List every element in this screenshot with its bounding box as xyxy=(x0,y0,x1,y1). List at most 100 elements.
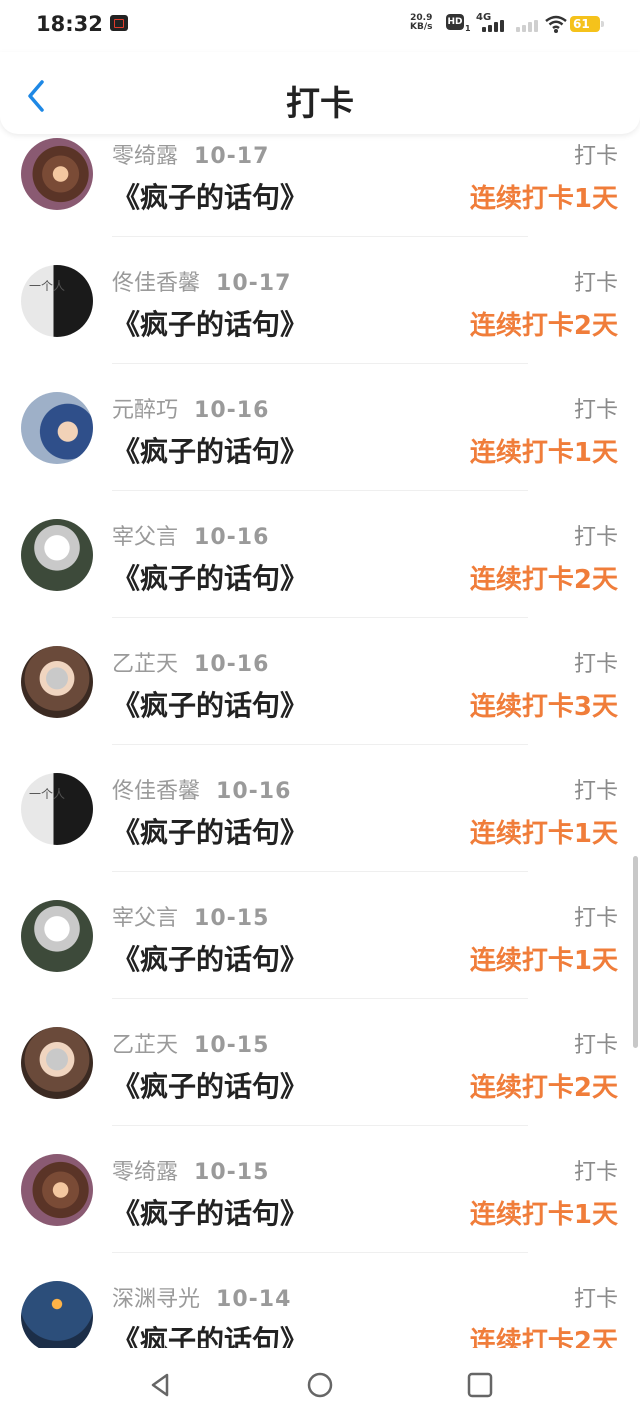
app-header: 打卡 xyxy=(0,52,640,134)
checkin-date: 10-17 xyxy=(216,271,292,296)
user-name[interactable]: 深渊寻光 xyxy=(112,1287,200,1312)
network-speed: 20.9 KB/s xyxy=(410,14,432,32)
streak-label: 连续打卡2天 xyxy=(469,311,618,341)
avatar[interactable]: 一个人 xyxy=(21,265,93,337)
book-title[interactable]: 《疯子的话句》 xyxy=(112,811,308,851)
streak-label: 连续打卡1天 xyxy=(469,946,618,976)
status-bar: 18:32 20.9 KB/s HD 1 4G 61 xyxy=(0,0,640,52)
checkin-date: 10-16 xyxy=(216,779,292,804)
streak-label: 连续打卡2天 xyxy=(469,1327,618,1348)
checkin-row[interactable]: 一个人 佟佳香馨 10-17 《疯子的话句》 打卡连续打卡2天 xyxy=(0,263,640,390)
square-recents-icon[interactable] xyxy=(465,1370,495,1400)
row-divider xyxy=(112,744,528,745)
avatar-text: 一个人 xyxy=(29,787,66,801)
user-meta: 零绮露 10-15 xyxy=(112,1154,269,1186)
triangle-back-icon[interactable] xyxy=(145,1370,175,1400)
user-meta: 宰父言 10-16 xyxy=(112,519,269,551)
checkin-type-label: 打卡 xyxy=(573,271,618,296)
checkin-list[interactable]: 零绮露 10-17 《疯子的话句》 打卡 连续打卡1天 一个人 佟佳香馨 10-17 《疯子的话… xyxy=(0,134,640,1348)
user-meta: 佟佳香馨 10-17 xyxy=(112,265,291,297)
checkin-date: 10-16 xyxy=(194,652,270,677)
user-name[interactable]: 元醉巧 xyxy=(112,398,178,423)
avatar[interactable] xyxy=(21,1027,93,1099)
avatar[interactable] xyxy=(21,138,93,210)
checkin-type-label: 打卡 xyxy=(573,652,618,677)
checkin-date: 10-16 xyxy=(194,398,270,423)
user-name[interactable]: 佟佳香馨 xyxy=(112,779,200,804)
checkin-type-label: 打卡 xyxy=(573,1160,618,1185)
book-title[interactable]: 《疯子的话句》 xyxy=(112,1065,308,1105)
checkin-row[interactable]: 乙芷天 10-16 《疯子的话句》 打卡连续打卡3天 xyxy=(0,644,640,771)
streak-label: 连续打卡1天 xyxy=(469,438,618,468)
checkin-type-label: 打卡 xyxy=(573,525,618,550)
system-nav-bar xyxy=(0,1348,640,1422)
hd-sub-label: 1 xyxy=(465,24,471,33)
checkin-row[interactable]: 宰父言 10-15 《疯子的话句》 打卡连续打卡1天 xyxy=(0,898,640,1025)
avatar[interactable] xyxy=(21,900,93,972)
checkin-type-label: 打卡 xyxy=(573,1033,618,1058)
book-title[interactable]: 《疯子的话句》 xyxy=(112,938,308,978)
checkin-type-label: 打卡 xyxy=(573,398,618,423)
hd-label: HD xyxy=(447,17,463,27)
checkin-row[interactable]: 乙芷天 10-15 《疯子的话句》 打卡连续打卡2天 xyxy=(0,1025,640,1152)
user-meta: 深渊寻光 10-14 xyxy=(112,1281,291,1313)
user-name[interactable]: 乙芷天 xyxy=(112,1033,178,1058)
user-name[interactable]: 乙芷天 xyxy=(112,652,178,677)
avatar[interactable] xyxy=(21,392,93,464)
checkin-date: 10-14 xyxy=(216,1287,292,1312)
avatar[interactable] xyxy=(21,1281,93,1348)
user-meta: 乙芷天 10-15 xyxy=(112,1027,269,1059)
streak-label: 连续打卡2天 xyxy=(469,565,618,595)
avatar[interactable] xyxy=(21,646,93,718)
row-divider xyxy=(112,998,528,999)
battery-icon: 61 xyxy=(570,16,604,32)
checkin-date: 10-15 xyxy=(194,906,270,931)
book-title[interactable]: 《疯子的话句》 xyxy=(112,430,308,470)
book-title[interactable]: 《疯子的话句》 xyxy=(112,1192,308,1232)
checkin-type-label: 打卡 xyxy=(573,1287,618,1312)
circle-home-icon[interactable] xyxy=(305,1370,335,1400)
checkin-date: 10-15 xyxy=(194,1160,270,1185)
user-name[interactable]: 宰父言 xyxy=(112,906,178,931)
checkin-row[interactable]: 零绮露 10-15 《疯子的话句》 打卡 连续打卡1天 xyxy=(0,1152,640,1279)
user-meta: 佟佳香馨 10-16 xyxy=(112,773,291,805)
streak-label: 连续打卡3天 xyxy=(469,692,618,722)
scrollbar[interactable] xyxy=(633,856,638,1048)
checkin-type-label: 打卡 xyxy=(573,906,618,931)
row-divider xyxy=(112,617,528,618)
book-title[interactable]: 《疯子的话句》 xyxy=(112,1319,308,1348)
row-divider xyxy=(112,490,528,491)
streak-label: 连续打卡1天 xyxy=(469,819,618,849)
status-time: 18:32 xyxy=(36,12,103,36)
streak-label: 连续打卡2天 xyxy=(469,1073,618,1103)
checkin-row[interactable]: 深渊寻光 10-14 《疯子的话句》 打卡连续打卡2天 xyxy=(0,1279,640,1348)
hd-icon: HD xyxy=(446,14,464,30)
user-name[interactable]: 佟佳香馨 xyxy=(112,271,200,296)
book-title[interactable]: 《疯子的话句》 xyxy=(112,176,308,216)
user-name[interactable]: 零绮露 xyxy=(112,1160,178,1185)
user-name[interactable]: 零绮露 xyxy=(112,144,178,169)
checkin-row[interactable]: 宰父言 10-16 《疯子的话句》 打卡连续打卡2天 xyxy=(0,517,640,644)
book-title[interactable]: 《疯子的话句》 xyxy=(112,684,308,724)
checkin-row[interactable]: 元醉巧 10-16 《疯子的话句》 打卡连续打卡1天 xyxy=(0,390,640,517)
book-title[interactable]: 《疯子的话句》 xyxy=(112,303,308,343)
checkin-date: 10-15 xyxy=(194,1033,270,1058)
page-title: 打卡 xyxy=(286,84,354,124)
user-meta: 零绮露 10-17 xyxy=(112,138,269,170)
streak-label: 连续打卡1天 xyxy=(469,184,618,214)
checkin-row[interactable]: 零绮露 10-17 《疯子的话句》 打卡连续打卡1天 xyxy=(0,136,640,263)
avatar[interactable] xyxy=(21,519,93,591)
row-divider xyxy=(112,1125,528,1126)
user-meta: 元醉巧 10-16 xyxy=(112,392,269,424)
checkin-date: 10-17 xyxy=(194,144,270,169)
book-title[interactable]: 《疯子的话句》 xyxy=(112,557,308,597)
avatar[interactable]: 一个人 xyxy=(21,773,93,845)
checkin-type-label: 打卡 xyxy=(573,144,618,169)
wifi-icon xyxy=(545,15,567,33)
checkin-row[interactable]: 一个人 佟佳香馨 10-16 《疯子的话句》 打卡 连续打卡1天 xyxy=(0,771,640,898)
user-name[interactable]: 宰父言 xyxy=(112,525,178,550)
avatar[interactable] xyxy=(21,1154,93,1226)
checkin-date: 10-16 xyxy=(194,525,270,550)
battery-level: 61 xyxy=(573,17,590,31)
signal-strength-2-icon xyxy=(514,18,540,32)
